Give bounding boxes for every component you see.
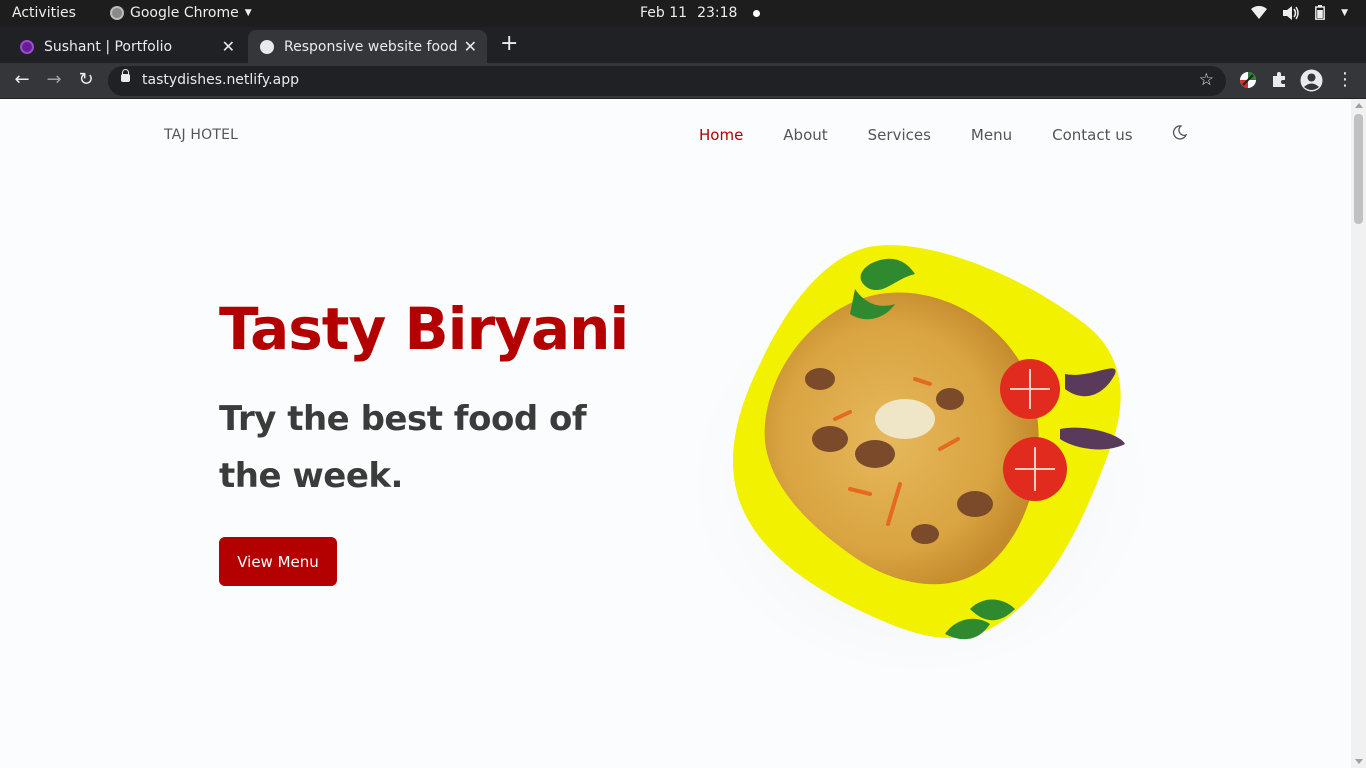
volume-icon bbox=[1283, 5, 1299, 20]
reload-icon[interactable]: ↻ bbox=[75, 69, 97, 90]
system-menu-caret-icon: ▼ bbox=[1341, 7, 1348, 18]
extension-icon[interactable] bbox=[1239, 71, 1257, 89]
clock-time: 23:18 bbox=[697, 5, 738, 21]
app-menu[interactable]: Google Chrome ▼ bbox=[110, 5, 252, 21]
scroll-up-icon[interactable] bbox=[1355, 103, 1363, 108]
biryani-plate-image bbox=[690, 245, 1150, 669]
tab-title: Sushant | Portfolio bbox=[44, 38, 173, 55]
hero-subtitle: Try the best food of the week. bbox=[219, 399, 587, 496]
url-text[interactable]: tastydishes.netlify.app bbox=[142, 72, 299, 88]
close-tab-icon[interactable]: ✕ bbox=[464, 37, 477, 56]
chrome-menu-icon[interactable]: ⋮ bbox=[1334, 69, 1356, 90]
caret-down-icon: ▼ bbox=[244, 8, 252, 18]
web-page: TAJ HOTEL Home About Services Menu Conta… bbox=[0, 99, 1351, 768]
clock-date: Feb 11 bbox=[640, 5, 688, 21]
app-name: Google Chrome bbox=[130, 5, 239, 21]
system-top-bar: Activities Google Chrome ▼ Feb 11 23:18 … bbox=[0, 0, 1366, 27]
globe-icon bbox=[260, 39, 274, 54]
close-tab-icon[interactable]: ✕ bbox=[222, 37, 235, 56]
page-scrollbar[interactable] bbox=[1351, 99, 1366, 768]
nav-services[interactable]: Services bbox=[868, 126, 931, 144]
portfolio-favicon-icon bbox=[20, 39, 34, 54]
tab-strip: Sushant | Portfolio ✕ Responsive website… bbox=[0, 27, 1366, 63]
nav-contact[interactable]: Contact us bbox=[1052, 126, 1132, 144]
scrollbar-thumb[interactable] bbox=[1354, 114, 1363, 224]
tab-food-site[interactable]: Responsive website food ✕ bbox=[248, 30, 487, 63]
scroll-down-icon[interactable] bbox=[1355, 759, 1363, 764]
nav-menu[interactable]: Menu bbox=[971, 126, 1012, 144]
back-arrow-icon[interactable]: ← bbox=[11, 69, 33, 90]
wifi-icon bbox=[1251, 6, 1268, 19]
profile-avatar-icon[interactable] bbox=[1300, 69, 1323, 92]
lock-icon[interactable] bbox=[121, 69, 130, 82]
address-bar[interactable]: tastydishes.netlify.app ☆ bbox=[108, 66, 1226, 96]
battery-icon bbox=[1315, 5, 1325, 20]
activities-button[interactable]: Activities bbox=[12, 5, 76, 21]
nav-home[interactable]: Home bbox=[699, 126, 743, 144]
new-tab-button[interactable]: + bbox=[500, 31, 518, 56]
bookmark-star-icon[interactable]: ☆ bbox=[1199, 70, 1214, 90]
browser-toolbar: ← → ↻ tastydishes.netlify.app ☆ ⋮ bbox=[0, 63, 1366, 99]
nav-about[interactable]: About bbox=[783, 126, 827, 144]
moon-icon[interactable] bbox=[1172, 125, 1187, 140]
tab-portfolio[interactable]: Sushant | Portfolio ✕ bbox=[0, 30, 245, 63]
system-tray[interactable]: ▼ bbox=[1251, 5, 1348, 20]
site-logo[interactable]: TAJ HOTEL bbox=[164, 127, 238, 143]
notification-dot-icon bbox=[753, 9, 761, 17]
view-menu-button[interactable]: View Menu bbox=[219, 537, 337, 586]
tab-title: Responsive website food bbox=[284, 38, 458, 55]
hero-title: Tasty Biryani bbox=[219, 295, 629, 363]
main-nav: Home About Services Menu Contact us bbox=[699, 126, 1133, 144]
extensions-puzzle-icon[interactable] bbox=[1271, 71, 1288, 88]
chrome-icon bbox=[110, 6, 124, 20]
clock[interactable]: Feb 11 23:18 bbox=[640, 5, 761, 21]
forward-arrow-icon[interactable]: → bbox=[43, 69, 65, 90]
